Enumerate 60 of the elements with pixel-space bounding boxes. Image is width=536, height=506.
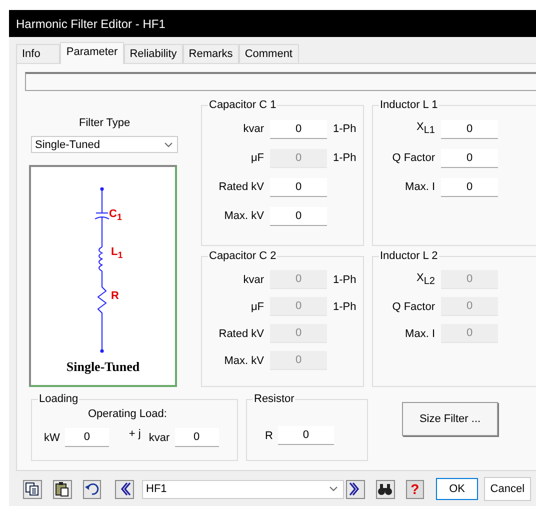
- input-field[interactable]: 0: [441, 120, 498, 138]
- input-field[interactable]: 0: [174, 428, 219, 447]
- chevron-down-icon: [329, 486, 338, 492]
- input-field[interactable]: 0: [278, 426, 334, 445]
- component-label: C$_{1}$: [109, 209, 122, 222]
- field-label: R: [265, 430, 273, 442]
- ok-button[interactable]: OK: [436, 478, 478, 500]
- input-field[interactable]: 0: [270, 206, 327, 226]
- filter-type-label: Filter Type: [79, 117, 130, 129]
- field-label: + j: [128, 428, 141, 440]
- tab[interactable]: Info: [16, 44, 60, 63]
- tab[interactable]: Comment: [238, 44, 298, 63]
- component-label: R: [111, 291, 119, 302]
- text-field[interactable]: [25, 72, 536, 91]
- group-title: Capacitor C 2: [208, 250, 278, 262]
- component-label: L$_{1}$: [111, 247, 123, 260]
- diagram-caption: Single-Tuned: [65, 359, 141, 375]
- input-field[interactable]: 0: [270, 178, 327, 196]
- unit-label: 1-Ph: [333, 123, 356, 135]
- field-label: μF: [250, 300, 264, 312]
- group-title: Loading: [38, 393, 80, 405]
- unit-label: 1-Ph: [333, 274, 356, 286]
- tab[interactable]: Reliability: [124, 44, 183, 63]
- field-label: μF: [250, 152, 264, 164]
- field-label: Max. kV: [223, 354, 264, 366]
- tab[interactable]: Remarks: [182, 44, 239, 63]
- chevron-down-icon: [164, 142, 173, 148]
- group-title: Capacitor C 1: [208, 99, 278, 111]
- field-label: kvar: [242, 274, 264, 286]
- operating-load-label: Operating Load:: [88, 408, 168, 420]
- window-title: Harmonic Filter Editor - HF1: [16, 16, 166, 30]
- field-label: kW: [44, 432, 60, 444]
- group-title: Resistor: [253, 393, 296, 405]
- tab[interactable]: Parameter: [60, 42, 124, 64]
- help-button[interactable]: ?: [406, 480, 424, 498]
- field-label: Rated kV: [218, 181, 264, 193]
- group-title: Inductor L 2: [379, 250, 439, 262]
- input-field[interactable]: 0: [270, 120, 327, 138]
- field-label: kvar: [242, 123, 264, 135]
- field-label: kvar: [148, 432, 170, 444]
- field-label: Max. I: [404, 328, 435, 340]
- filter-type-dropdown[interactable]: Single-Tuned: [31, 136, 178, 153]
- field-label: Q Factor: [391, 300, 435, 312]
- record-dropdown[interactable]: HF1: [142, 480, 344, 498]
- copy-icon[interactable]: [24, 481, 40, 497]
- undo-icon[interactable]: [84, 481, 100, 497]
- input-field[interactable]: 0: [64, 428, 109, 447]
- input-field[interactable]: 0: [441, 178, 498, 196]
- input-field[interactable]: 0: [441, 148, 498, 168]
- group-title: Inductor L 1: [379, 99, 439, 111]
- cancel-button[interactable]: Cancel: [484, 477, 532, 501]
- field-label: Max. kV: [223, 210, 264, 222]
- field-label: Q Factor: [391, 152, 435, 164]
- binoculars-icon[interactable]: [377, 481, 394, 497]
- field-label: Rated kV: [218, 328, 264, 340]
- unit-label: 1-Ph: [333, 152, 356, 164]
- paste-icon[interactable]: [54, 481, 70, 497]
- field-label: Max. I: [404, 181, 435, 193]
- unit-label: 1-Ph: [333, 300, 356, 312]
- size-filter-button[interactable]: Size Filter ...: [402, 402, 498, 436]
